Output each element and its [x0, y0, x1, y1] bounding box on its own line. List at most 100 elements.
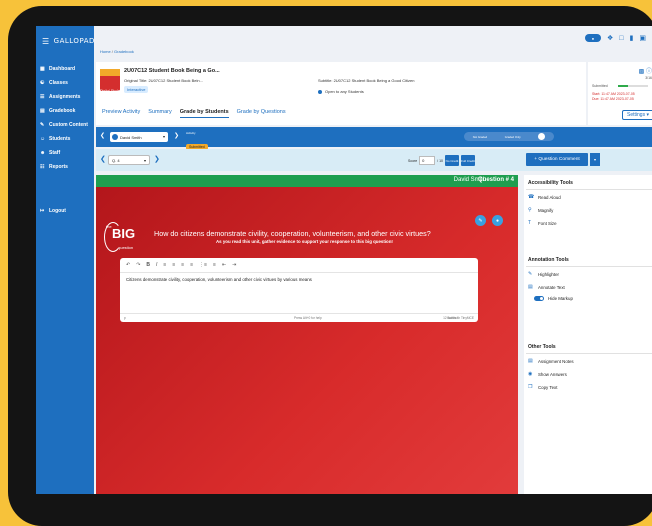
student-avatar: [112, 134, 118, 140]
settings-button[interactable]: Settings ▾: [622, 110, 652, 120]
toggle-knob: [538, 133, 546, 140]
divider: [526, 189, 652, 190]
question-comment-dropdown[interactable]: ▾: [590, 153, 600, 166]
sidebar: ☰ GALLOPADE ▦ Dashboard ☯ Classes ☰ Assignm…: [36, 26, 99, 494]
tab-preview-activity[interactable]: Preview Activity: [102, 109, 140, 118]
align-center-icon[interactable]: ≡: [172, 262, 175, 268]
gradebook-icon: ▤: [40, 108, 45, 114]
comment-icon[interactable]: ●: [492, 215, 503, 226]
tool-read-aloud[interactable]: ☎ Read Aloud: [528, 194, 561, 200]
annotate-icon: ▤: [528, 284, 533, 290]
italic-icon[interactable]: I: [156, 262, 157, 268]
next-student-icon[interactable]: ❯: [174, 132, 179, 139]
graded-filter-toggle[interactable]: Not Graded Graded Only: [464, 132, 554, 141]
question-comment-button[interactable]: + Question Comment: [526, 153, 588, 166]
notes-icon: ▤: [528, 358, 533, 364]
speaker-icon: ☎: [528, 194, 535, 200]
student-select[interactable]: David Smith ▾: [110, 132, 168, 142]
sidebar-item-classes[interactable]: ☯ Classes: [36, 76, 94, 90]
logout-icon: ↦: [40, 208, 45, 214]
question-select[interactable]: Q. 4 ▾: [108, 155, 150, 165]
tab-grade-by-students[interactable]: Grade by Students: [179, 109, 229, 118]
edit-icon[interactable]: ✎: [475, 215, 486, 226]
highlighter-icon: ✎: [528, 271, 533, 277]
other-tools-title: Other Tools: [528, 344, 556, 350]
brand-name: GALLOPADE: [53, 37, 100, 45]
undo-icon[interactable]: ↶: [126, 262, 130, 268]
assignments-icon: ☰: [40, 94, 45, 100]
open-to-students[interactable]: Open to any Students: [318, 89, 364, 94]
editor-statusbar: p Press Alt+0 for help 12 words Built wi…: [120, 313, 478, 322]
tab-summary[interactable]: Summary: [148, 109, 172, 118]
numbered-list-icon[interactable]: ≡: [213, 262, 216, 268]
submission-progress: [618, 85, 648, 87]
sidebar-item-dashboard[interactable]: ▦ Dashboard: [36, 62, 94, 76]
info-icons[interactable]: ▩ ⓘ: [639, 66, 652, 75]
toggle-switch[interactable]: ●: [585, 34, 601, 42]
sidebar-nav: ▦ Dashboard ☯ Classes ☰ Assignments ▤ Gradeb…: [36, 62, 94, 218]
breadcrumb-home[interactable]: Home: [100, 49, 111, 54]
sidebar-item-gradebook[interactable]: ▤ Gradebook: [36, 104, 94, 118]
chat-icon[interactable]: □: [619, 35, 623, 42]
profile-icon[interactable]: ▣: [639, 34, 646, 42]
breadcrumb-gradebook[interactable]: Gradebook: [114, 49, 134, 54]
menu-icon[interactable]: ☰: [42, 37, 50, 46]
brand-logo[interactable]: ☰ GALLOPADE: [36, 26, 99, 56]
previous-question-icon[interactable]: ❮: [100, 155, 106, 163]
tool-show-answers[interactable]: ◉ Show Answers: [528, 371, 567, 377]
tool-assignment-notes[interactable]: ▤ Assignment Notes: [528, 358, 574, 364]
student-navigation-bar: ❮ David Smith ▾ ❯ Activity Submitted Not…: [96, 127, 652, 150]
eye-icon: ◉: [528, 371, 533, 377]
editor-toolbar: ↶ ↷ B I ≡ ≡ ≡ ≡ ⋮≡ ≡ ⇤ ⇥: [120, 258, 478, 273]
score-max: / 10: [437, 158, 443, 163]
outdent-icon[interactable]: ⇤: [222, 262, 226, 268]
submission-progress-fill: [618, 85, 628, 87]
full-credit-button[interactable]: Full Credit: [461, 155, 475, 166]
sidebar-item-staff[interactable]: ☻ Staff: [36, 146, 94, 160]
tab-grade-by-questions[interactable]: Grade by Questions: [237, 109, 286, 118]
align-left-icon[interactable]: ≡: [163, 262, 166, 268]
custom-content-icon: ✎: [40, 122, 45, 128]
redo-icon[interactable]: ↷: [136, 262, 140, 268]
no-credit-button[interactable]: No Credit: [445, 155, 459, 166]
tools-panel: Accessibility Tools ☎ Read Aloud ⚲ Magnify…: [524, 175, 652, 494]
staff-icon: ☻: [40, 150, 46, 156]
tablet-frame: ☰ GALLOPADE ▦ Dashboard ☯ Classes ☰ Assignm…: [8, 6, 652, 526]
previous-student-icon[interactable]: ❮: [100, 132, 105, 139]
tool-annotate-text[interactable]: ▤ Annotate Text: [528, 284, 565, 290]
sidebar-item-custom-content[interactable]: ✎ Custom Content: [36, 118, 94, 132]
hide-markup-toggle[interactable]: [534, 296, 544, 301]
question-instruction: As you read this unit, gather evidence t…: [216, 239, 393, 244]
copy-icon: ❐: [528, 384, 533, 390]
book-cover-icon: [100, 69, 120, 91]
sidebar-item-logout[interactable]: ↦ Logout: [36, 204, 94, 218]
score-input[interactable]: 0: [419, 156, 436, 165]
accessibility-tools-title: Accessibility Tools: [528, 180, 573, 186]
next-question-icon[interactable]: ❯: [154, 155, 160, 163]
built-with: Built with TinyMCE: [447, 316, 474, 320]
tool-hide-markup[interactable]: Hide Markup: [534, 296, 573, 301]
tool-highlighter[interactable]: ✎ Highlighter: [528, 271, 559, 277]
sidebar-item-assignments[interactable]: ☰ Assignments: [36, 90, 94, 104]
sidebar-item-reports[interactable]: ☷ Reports: [36, 160, 94, 174]
notifications-icon[interactable]: ▮: [630, 34, 634, 42]
question-number: Question # 4: [477, 177, 514, 183]
top-bar: Home / Gradebook ● ❖ □ ▮ ▣ ⋯: [94, 26, 652, 58]
answer-text[interactable]: Citizens demonstrate civility, cooperati…: [120, 273, 478, 286]
justify-icon[interactable]: ≡: [190, 262, 193, 268]
bullet-list-icon[interactable]: ⋮≡: [199, 262, 207, 268]
tool-magnify[interactable]: ⚲ Magnify: [528, 207, 553, 213]
big-question-logo: the BIG question: [104, 222, 136, 252]
tool-font-size[interactable]: T Font Size: [528, 220, 557, 226]
question-navigation-bar: ❮ Q. 4 ▾ ❯ Score 0 / 10 No Credit Full C…: [96, 149, 652, 171]
indent-icon[interactable]: ⇥: [232, 262, 236, 268]
answer-editor[interactable]: ↶ ↷ B I ≡ ≡ ≡ ≡ ⋮≡ ≡ ⇤ ⇥ Citizens demons…: [120, 258, 478, 322]
chevron-down-icon: ▾: [162, 134, 165, 139]
align-right-icon[interactable]: ≡: [181, 262, 184, 268]
top-icons: ● ❖ □ ▮ ▣ ⋯: [585, 34, 652, 42]
tool-copy-text[interactable]: ❐ Copy Text: [528, 384, 557, 390]
score-label: Score: [408, 158, 418, 163]
bold-icon[interactable]: B: [146, 262, 150, 268]
sidebar-item-students[interactable]: ☺ Students: [36, 132, 94, 146]
support-icon[interactable]: ❖: [607, 34, 613, 42]
